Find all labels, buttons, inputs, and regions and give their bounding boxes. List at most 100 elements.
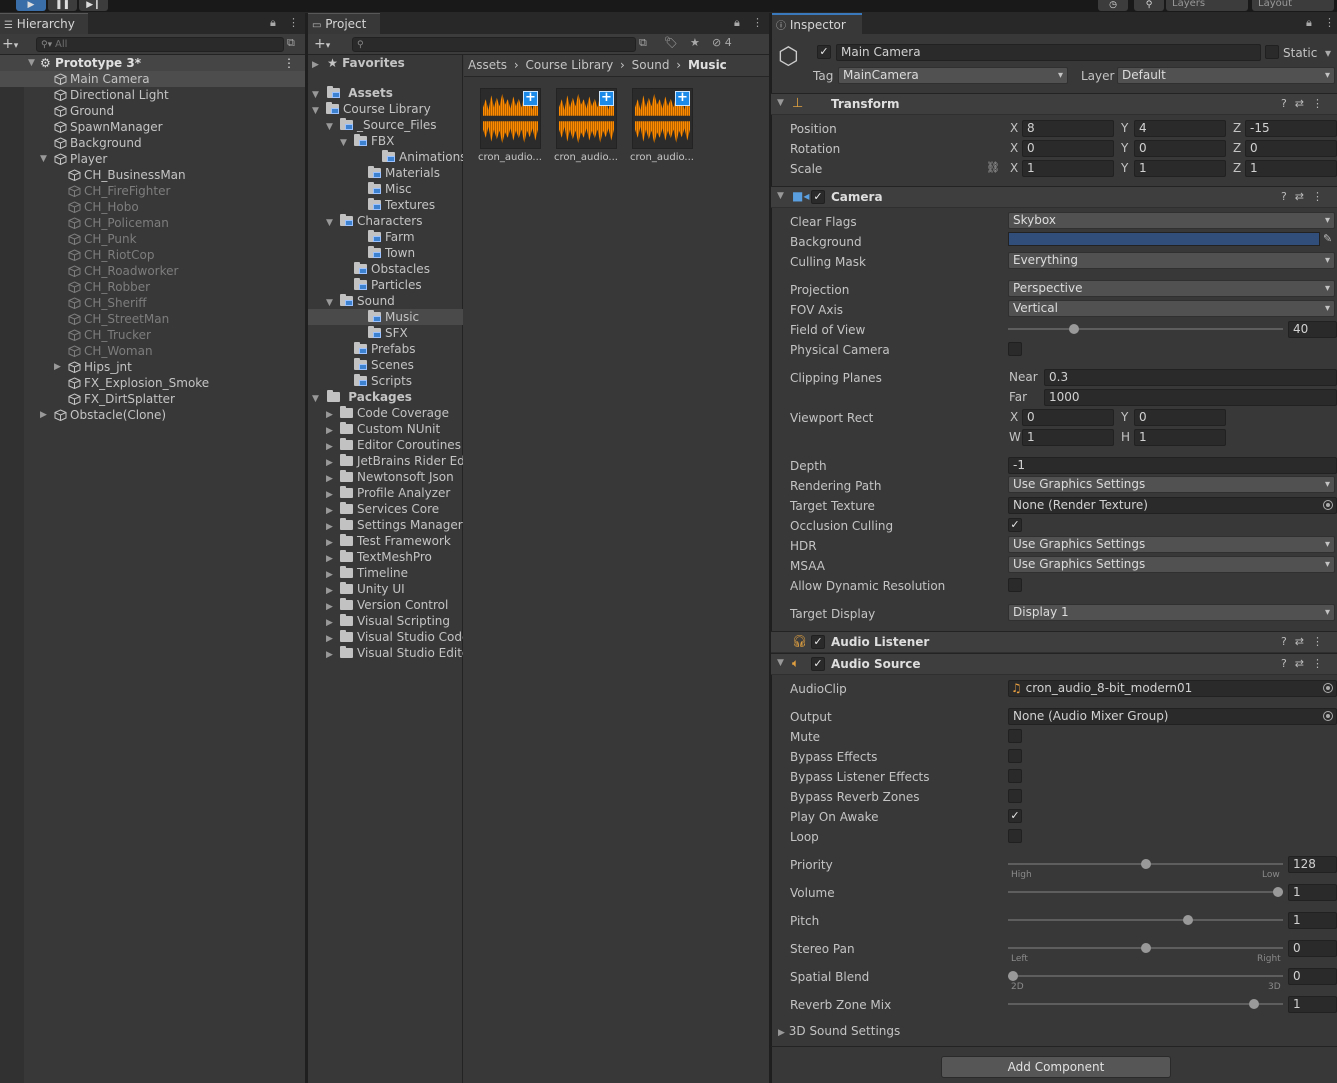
kebab-menu-icon[interactable]: ⋮ xyxy=(1324,16,1335,29)
layer-dropdown[interactable]: Default xyxy=(1117,67,1335,84)
expand-plus-icon[interactable]: + xyxy=(599,91,614,106)
transform-header[interactable]: ▼ ⊥ Transform ?⇄⋮ xyxy=(771,93,1337,115)
fold-arrow-icon[interactable]: ▶ xyxy=(326,647,340,661)
package-row[interactable]: ▶ Visual Studio Code xyxy=(308,629,463,645)
fold-arrow-icon[interactable]: ▼ xyxy=(326,215,340,229)
hierarchy-item[interactable]: SpawnManager xyxy=(0,119,305,135)
fold-arrow-icon[interactable]: ▶ xyxy=(326,487,340,501)
project-folder-row[interactable]: SFX xyxy=(308,325,463,341)
favorite-star-icon[interactable]: ★ xyxy=(690,36,700,49)
bypass-listener-checkbox[interactable] xyxy=(1008,769,1022,783)
fold-arrow-icon[interactable]: ▼ xyxy=(340,135,354,149)
fold-arrow-icon[interactable]: ▶ xyxy=(326,551,340,565)
panel-splitter[interactable] xyxy=(769,13,771,1083)
component-header-icons[interactable]: ?⇄⋮ xyxy=(1281,190,1331,203)
fold-arrow-icon[interactable]: ▶ xyxy=(54,359,61,375)
component-header-icons[interactable]: ?⇄⋮ xyxy=(1281,97,1331,110)
package-row[interactable]: ▶ Visual Scripting xyxy=(308,613,463,629)
audio-listener-enabled-checkbox[interactable]: ✓ xyxy=(811,635,825,649)
hierarchy-item[interactable]: ▼ Player xyxy=(0,151,305,167)
lock-icon[interactable]: 🔒︎ xyxy=(1306,16,1312,30)
link-scale-icon[interactable]: ⛓ xyxy=(986,161,1000,174)
hierarchy-item[interactable]: CH_RiotCop xyxy=(0,247,305,263)
project-folder-row[interactable]: Prefabs xyxy=(308,341,463,357)
kebab-menu-icon[interactable]: ⋮ xyxy=(752,16,763,29)
reverb-zone-mix-field[interactable]: 1 xyxy=(1288,996,1337,1013)
breadcrumb-item[interactable]: Course Library xyxy=(526,58,614,72)
mute-checkbox[interactable] xyxy=(1008,729,1022,743)
hierarchy-item[interactable]: FX_Explosion_Smoke xyxy=(0,375,305,391)
loop-checkbox[interactable] xyxy=(1008,829,1022,843)
package-row[interactable]: ▶ Newtonsoft Json xyxy=(308,469,463,485)
position-z-field[interactable]: -15 xyxy=(1245,120,1337,137)
spatial-blend-slider-knob[interactable] xyxy=(1008,971,1018,981)
project-folder-row[interactable]: Scenes xyxy=(308,357,463,373)
scene-menu-icon[interactable]: ⋮ xyxy=(283,55,295,71)
fold-arrow-icon[interactable]: ▼ xyxy=(28,55,35,71)
scale-z-field[interactable]: 1 xyxy=(1245,160,1337,177)
fold-arrow-icon[interactable]: ▶ xyxy=(778,1028,785,1038)
project-folder-row[interactable]: Town xyxy=(308,245,463,261)
project-folder-row[interactable]: Textures xyxy=(308,197,463,213)
volume-slider-knob[interactable] xyxy=(1273,887,1283,897)
rotation-z-field[interactable]: 0 xyxy=(1245,140,1337,157)
search-icon[interactable]: ⚲ xyxy=(1134,0,1164,11)
package-row[interactable]: ▶ Editor Coroutines xyxy=(308,437,463,453)
physical-camera-checkbox[interactable] xyxy=(1008,342,1022,356)
target-display-dropdown[interactable]: Display 1 xyxy=(1008,604,1335,621)
fov-slider-track[interactable] xyxy=(1008,328,1283,330)
hierarchy-item[interactable]: CH_StreetMan xyxy=(0,311,305,327)
step-button[interactable]: ▶❙ xyxy=(79,0,108,11)
project-folder-row[interactable]: ▼ Characters xyxy=(308,213,463,229)
project-folder-row[interactable]: Scripts xyxy=(308,373,463,389)
volume-slider-track[interactable] xyxy=(1008,891,1283,893)
stereo-pan-field[interactable]: 0 xyxy=(1288,940,1337,957)
tab-hierarchy[interactable]: ☰ Hierarchy xyxy=(0,13,88,34)
tag-dropdown[interactable]: MainCamera xyxy=(838,67,1068,84)
package-row[interactable]: ▶ Unity UI xyxy=(308,581,463,597)
search-by-type-icon[interactable]: ⧉ xyxy=(639,36,647,50)
package-row[interactable]: ▶ Profile Analyzer xyxy=(308,485,463,501)
add-component-button[interactable]: Add Component xyxy=(941,1056,1171,1078)
expand-plus-icon[interactable]: + xyxy=(675,91,690,106)
viewport-h-field[interactable]: 1 xyxy=(1134,429,1226,446)
bypass-effects-checkbox[interactable] xyxy=(1008,749,1022,763)
project-folder-row[interactable]: Misc xyxy=(308,181,463,197)
lock-icon[interactable]: 🔒︎ xyxy=(734,16,740,30)
spatial-blend-field[interactable]: 0 xyxy=(1288,968,1337,985)
position-x-field[interactable]: 8 xyxy=(1022,120,1114,137)
pause-button[interactable]: ❚❚ xyxy=(48,0,77,11)
hierarchy-item[interactable]: CH_FireFighter xyxy=(0,183,305,199)
kebab-menu-icon[interactable]: ⋮ xyxy=(288,16,299,29)
package-row[interactable]: ▶ TextMeshPro xyxy=(308,549,463,565)
depth-field[interactable]: -1 xyxy=(1008,457,1337,474)
pitch-slider-track[interactable] xyxy=(1008,919,1283,921)
hierarchy-search-input[interactable]: ⚲▾ All xyxy=(36,37,284,52)
package-row[interactable]: ▶ JetBrains Rider Edit xyxy=(308,453,463,469)
package-row[interactable]: ▶ Test Framework xyxy=(308,533,463,549)
occlusion-culling-checkbox[interactable]: ✓ xyxy=(1008,518,1022,532)
fold-arrow-icon[interactable]: ▶ xyxy=(326,567,340,581)
create-dropdown[interactable]: +▾ xyxy=(2,35,18,55)
volume-field[interactable]: 1 xyxy=(1288,884,1337,901)
expand-plus-icon[interactable]: + xyxy=(523,91,538,106)
static-dropdown-icon[interactable]: ▾ xyxy=(1325,45,1331,61)
package-row[interactable]: ▶ Services Core xyxy=(308,501,463,517)
bypass-reverb-checkbox[interactable] xyxy=(1008,789,1022,803)
gameobject-cube-icon[interactable]: ⬡ xyxy=(778,42,808,72)
priority-field[interactable]: 128 xyxy=(1288,856,1337,873)
project-search-input[interactable]: ⚲ xyxy=(352,37,636,52)
fold-arrow-icon[interactable]: ▶ xyxy=(326,503,340,517)
project-folder-row[interactable]: Materials xyxy=(308,165,463,181)
project-folder-row[interactable]: Obstacles xyxy=(308,261,463,277)
audioclip-field[interactable]: ♫ cron_audio_8-bit_modern01 xyxy=(1008,680,1337,697)
audio-source-enabled-checkbox[interactable]: ✓ xyxy=(811,657,825,671)
hierarchy-item[interactable]: CH_Trucker xyxy=(0,327,305,343)
output-field[interactable]: None (Audio Mixer Group) xyxy=(1008,708,1337,725)
audio-file-thumbnail[interactable]: + xyxy=(556,88,617,149)
audio-listener-header[interactable]: 🎧︎ ✓ Audio Listener ?⇄⋮ xyxy=(771,631,1337,653)
package-row[interactable]: ▶ Version Control xyxy=(308,597,463,613)
play-on-awake-checkbox[interactable]: ✓ xyxy=(1008,809,1022,823)
active-checkbox[interactable]: ✓ xyxy=(817,45,831,59)
search-by-label-icon[interactable]: 🏷︎ xyxy=(664,36,678,49)
